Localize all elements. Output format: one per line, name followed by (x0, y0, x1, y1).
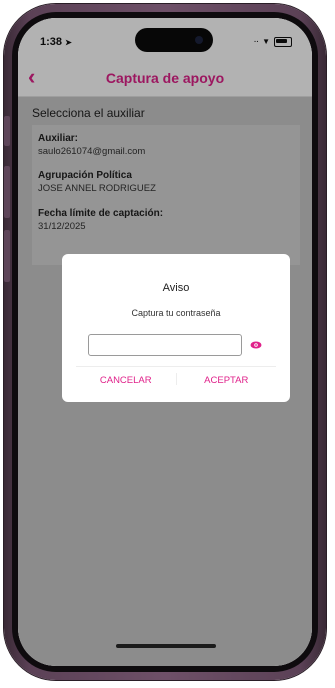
cancel-button[interactable]: CANCELAR (76, 367, 176, 391)
home-indicator[interactable] (116, 644, 216, 648)
volume-up-button (4, 166, 10, 218)
dialog-title: Aviso (162, 282, 190, 294)
accept-button[interactable]: ACEPTAR (177, 367, 277, 391)
password-input[interactable] (88, 334, 242, 356)
eye-icon[interactable] (250, 340, 262, 350)
dialog-message: Captura tu contraseña (131, 308, 221, 318)
password-dialog: Aviso Captura tu contraseña CANCELAR ACE… (62, 254, 290, 402)
screen: 1:38 ➤ ·· ▼ ‹ Captura de apoyo Seleccion… (18, 18, 312, 666)
volume-down-button (4, 230, 10, 282)
silent-switch (4, 116, 10, 146)
dialog-actions: CANCELAR ACEPTAR (76, 366, 276, 391)
